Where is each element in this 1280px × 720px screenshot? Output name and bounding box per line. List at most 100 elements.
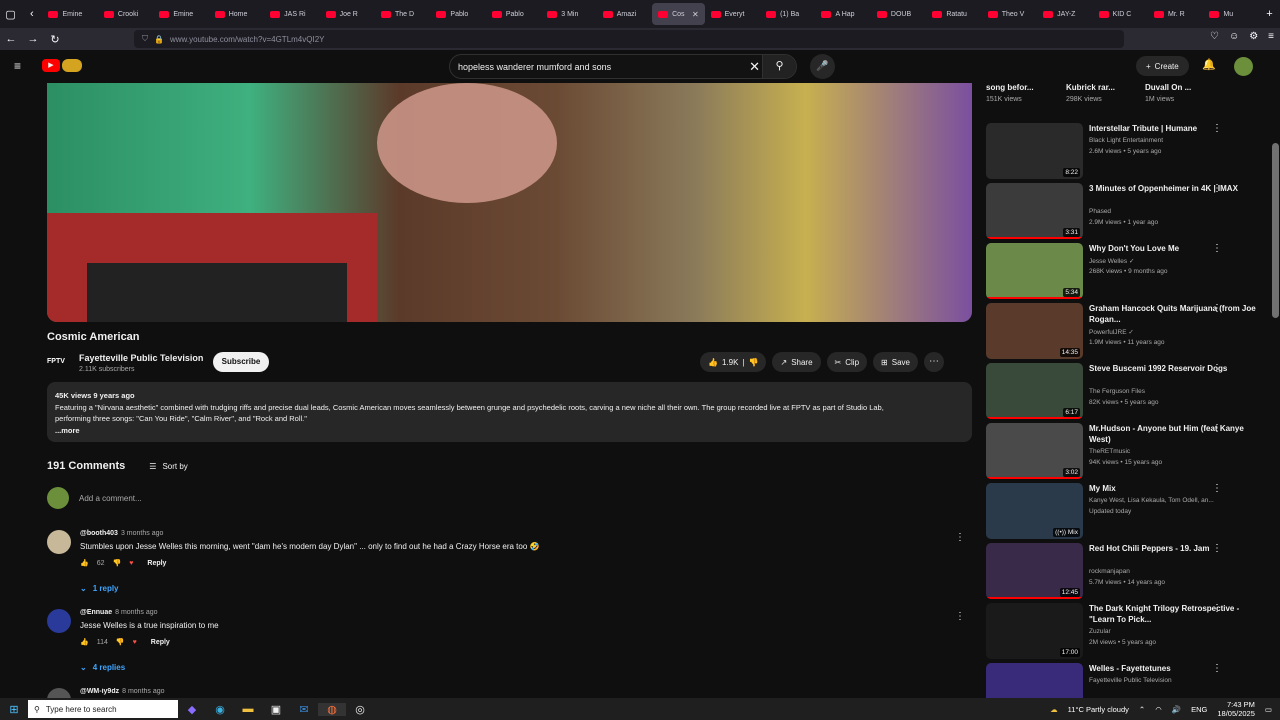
rec-menu-icon[interactable]: ⋮ [1212, 303, 1222, 314]
browser-tab[interactable]: JAS Ri [264, 3, 319, 25]
notification-center-icon[interactable]: ▭ [1265, 705, 1272, 714]
tab-scroll-left-icon[interactable]: ‹ [21, 8, 42, 20]
browser-tab[interactable]: DOUB [871, 3, 926, 25]
rec-menu-icon[interactable]: ⋮ [1212, 183, 1222, 194]
save-button[interactable]: ⊞ Save [873, 352, 918, 372]
windows-start-icon[interactable]: ⊞ [0, 703, 28, 716]
menu-icon[interactable]: ≡ [1268, 31, 1274, 42]
channel-avatar[interactable]: FPTV [47, 352, 72, 372]
comment-author[interactable]: @WM-iy9dz 8 months ago [80, 688, 165, 695]
back-icon[interactable]: ← [0, 33, 22, 45]
reload-icon[interactable]: ↻ [44, 33, 66, 46]
rec-channel[interactable]: Kanye West, Lisa Kekaula, Tom Odell, an.… [1089, 497, 1214, 504]
commenter-avatar[interactable] [47, 688, 71, 698]
browser-tab[interactable]: Emine [42, 3, 97, 25]
comment-menu-icon[interactable]: ⋮ [955, 611, 965, 622]
clear-search-icon[interactable]: ✕ [749, 59, 760, 75]
share-button[interactable]: ↗ Share [772, 352, 821, 372]
rec-title[interactable]: Steve Buscemi 1992 Reservoir Dogs [1089, 363, 1259, 374]
like-button[interactable]: 👍 1.9K | 👎 [700, 352, 767, 372]
new-tab-icon[interactable]: + [1259, 8, 1280, 20]
recommendation-item[interactable]: 14:35 Graham Hancock Quits Marijuana (fro… [986, 303, 1271, 359]
rec-channel[interactable]: Jesse Welles ✓ [1089, 257, 1134, 265]
page-scrollbar[interactable] [1271, 83, 1280, 698]
browser-tab[interactable]: Crooki [98, 3, 153, 25]
pocket-icon[interactable]: ♡ [1210, 31, 1219, 42]
rec-menu-icon[interactable]: ⋮ [1212, 663, 1222, 674]
hamburger-menu-icon[interactable]: ≡ [14, 59, 21, 73]
url-bar[interactable]: ⛉ 🔒 www.youtube.com/watch?v=4GTLm4vQI2Y [134, 30, 1124, 48]
mail-icon[interactable]: ✉ [290, 703, 318, 716]
video-thumbnail[interactable]: 5:34 [986, 243, 1083, 299]
rec-title[interactable]: Interstellar Tribute | Humane [1089, 123, 1259, 134]
notifications-icon[interactable]: 🔔 [1202, 58, 1216, 71]
volume-icon[interactable]: 🔊 [1172, 705, 1181, 714]
browser-tab[interactable]: Pablo [430, 3, 485, 25]
rec-channel[interactable]: PowerfulJRE ✓ [1089, 328, 1134, 336]
chrome-icon[interactable]: ◎ [346, 703, 374, 716]
browser-tab[interactable]: Everyt [705, 3, 760, 25]
rec-title[interactable]: My Mix [1089, 483, 1259, 494]
rec-title[interactable]: Mr.Hudson - Anyone but Him (feat Kanye W… [1089, 423, 1259, 445]
comment-menu-icon[interactable]: ⋮ [955, 532, 965, 543]
add-comment-input[interactable]: Add a comment... [79, 494, 142, 503]
view-replies-button[interactable]: ⌄ 1 reply [80, 584, 119, 593]
recommendation-item[interactable]: 12:45 Red Hot Chili Peppers - 19. Jam rock… [986, 543, 1271, 599]
rec-title[interactable]: Why Don't You Love Me [1089, 243, 1259, 254]
rec-title[interactable]: The Dark Knight Trilogy Retrospective - … [1089, 603, 1259, 625]
weather-text[interactable]: 11°C Partly cloudy [1068, 705, 1129, 714]
video-thumbnail[interactable]: 6:17 [986, 363, 1083, 419]
recommendation-item[interactable]: ((•)) Mix My Mix Kanye West, Lisa Kekaula,… [986, 483, 1271, 539]
browser-tab[interactable]: The D [375, 3, 430, 25]
recommendation-item[interactable]: 5:34 Why Don't You Love Me Jesse Welles ✓ 2… [986, 243, 1271, 299]
file-explorer-icon[interactable]: ▬ [234, 703, 262, 715]
rec-channel[interactable]: Black Light Entertainment [1089, 137, 1163, 144]
recommendation-item[interactable]: 6:17 Steve Buscemi 1992 Reservoir Dogs The… [986, 363, 1271, 419]
forward-icon[interactable]: → [22, 33, 44, 45]
browser-tab[interactable]: Mr. R [1148, 3, 1203, 25]
rec-menu-icon[interactable]: ⋮ [1212, 603, 1222, 614]
video-thumbnail[interactable]: 3:31 [986, 183, 1083, 239]
video-thumbnail[interactable]: 12:45 [986, 543, 1083, 599]
edge-icon[interactable]: ◉ [206, 703, 234, 716]
comment-author[interactable]: @Ennuae 8 months ago [80, 609, 158, 616]
sort-button[interactable]: ☰ Sort by [149, 462, 188, 471]
rec-channel[interactable]: Fayetteville Public Television [1089, 677, 1172, 684]
more-actions-icon[interactable]: ⋯ [923, 352, 944, 372]
browser-tab[interactable]: Theo V [982, 3, 1037, 25]
clock[interactable]: 7:43 PM 18/05/2025 [1217, 700, 1255, 718]
browser-tab[interactable]: Cos ✕ [652, 3, 705, 25]
search-button[interactable]: ⚲ [762, 55, 796, 78]
rec-channel[interactable]: Phased [1089, 208, 1111, 215]
rec-menu-icon[interactable]: ⋮ [1212, 363, 1222, 374]
rec-title[interactable]: Welles - Fayettetunes [1089, 663, 1259, 674]
thumbs-down-icon[interactable]: 👎 [749, 358, 759, 367]
thumbs-up-icon[interactable]: 👍 [80, 559, 89, 567]
voice-search-icon[interactable]: 🎤 [810, 54, 835, 79]
rec-channel[interactable]: TheRETmusic [1089, 448, 1130, 455]
thumbs-up-icon[interactable]: 👍 [80, 638, 89, 646]
recommendation-item[interactable]: 3:02 Mr.Hudson - Anyone but Him (feat Kan… [986, 423, 1271, 479]
video-thumbnail[interactable]: ((•)) Mix [986, 483, 1083, 539]
firefox-icon[interactable]: ◍ [318, 702, 346, 716]
rec-title[interactable]: Duvall On ... [1145, 83, 1191, 92]
rec-menu-icon[interactable]: ⋮ [1212, 123, 1222, 134]
add-comment-row[interactable]: Add a comment... [47, 487, 142, 509]
browser-tab[interactable]: A Hap [815, 3, 870, 25]
rec-title[interactable]: Kubrick rar... [1066, 83, 1115, 92]
browser-tab[interactable]: Amazi [597, 3, 652, 25]
view-replies-button[interactable]: ⌄ 4 replies [80, 663, 125, 672]
subscribe-button[interactable]: Subscribe [213, 352, 269, 372]
language-indicator[interactable]: ENG [1191, 705, 1207, 714]
reply-button[interactable]: Reply [147, 560, 166, 567]
browser-tab[interactable]: Home [209, 3, 264, 25]
scrollbar-thumb[interactable] [1272, 143, 1279, 318]
video-thumbnail[interactable]: 14:35 [986, 303, 1083, 359]
rec-menu-icon[interactable]: ⋮ [1212, 423, 1222, 434]
rec-channel[interactable]: rockmanjapan [1089, 568, 1130, 575]
reply-button[interactable]: Reply [151, 639, 170, 646]
video-player[interactable] [47, 83, 972, 322]
user-avatar[interactable] [1234, 57, 1253, 76]
recommendation-item[interactable]: 8:22 Interstellar Tribute | Humane Black L… [986, 123, 1271, 179]
browser-tab[interactable]: Ratatu [926, 3, 981, 25]
